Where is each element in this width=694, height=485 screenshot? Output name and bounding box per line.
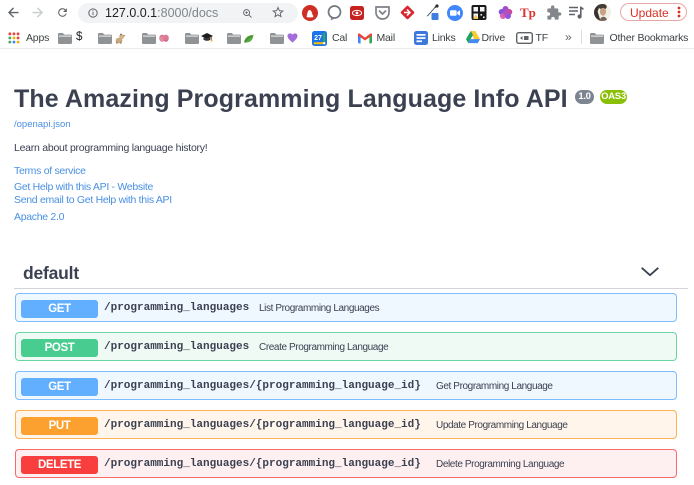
svg-text:27: 27 — [314, 34, 322, 41]
